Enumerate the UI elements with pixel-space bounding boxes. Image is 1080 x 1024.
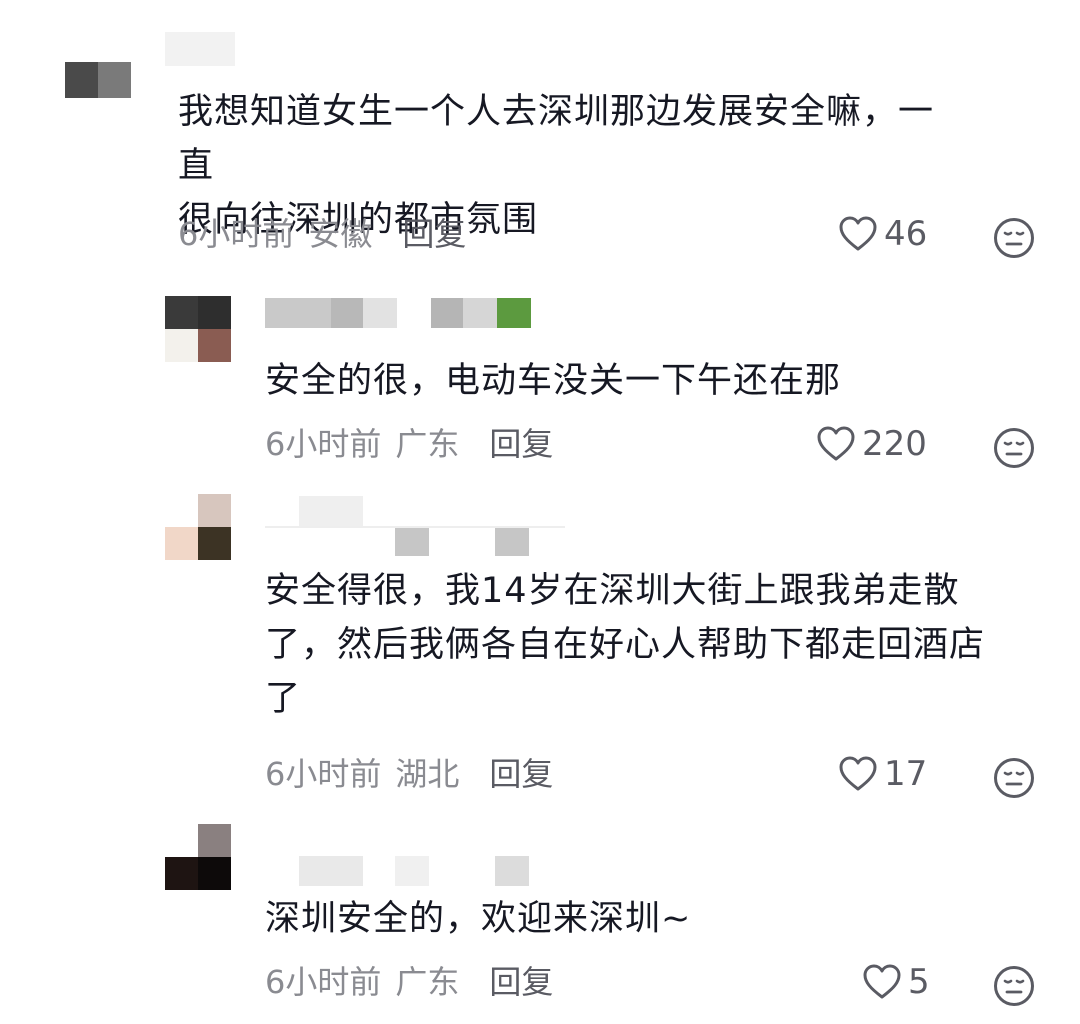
comment-meta: 6小时前 广东 回复 bbox=[265, 424, 553, 464]
username-blurred[interactable] bbox=[165, 32, 265, 66]
heart-outline-icon bbox=[839, 216, 877, 251]
reply-button[interactable]: 回复 bbox=[489, 425, 553, 463]
comment-time: 6小时前 bbox=[265, 425, 382, 463]
comment-meta: 6小时前 广东 回复 bbox=[265, 962, 553, 1002]
meh-face-icon[interactable] bbox=[992, 964, 1036, 1008]
comment-3: 安全得很，我14岁在深圳大街上跟我弟走散 了，然后我俩各自在好心人帮助下都走回酒… bbox=[0, 480, 1080, 810]
reply-button[interactable]: 回复 bbox=[489, 755, 553, 793]
like-button[interactable]: 5 bbox=[862, 962, 930, 1002]
comment-meta: 6小时前 湖北 回复 bbox=[265, 754, 553, 794]
comment-text: 深圳安全的，欢迎来深圳~ bbox=[265, 899, 692, 939]
comment-location: 广东 bbox=[395, 425, 460, 463]
like-count: 46 bbox=[884, 214, 928, 254]
comment-time: 6小时前 bbox=[265, 755, 382, 793]
avatar[interactable] bbox=[165, 824, 231, 890]
comment-1: 我想知道女生一个人去深圳那边发展安全嘛，一直 很向往深圳的都市氛围 6小时前 安徽… bbox=[0, 0, 1080, 270]
meh-face-icon[interactable] bbox=[992, 756, 1036, 800]
meh-face-icon[interactable] bbox=[992, 426, 1036, 470]
like-button[interactable]: 17 bbox=[838, 754, 927, 794]
comment-time: 6小时前 bbox=[178, 215, 295, 253]
comment-location: 湖北 bbox=[395, 755, 460, 793]
comment-location: 广东 bbox=[395, 963, 460, 1001]
comment-meta: 6小时前 安徽 回复 bbox=[178, 214, 466, 254]
comment-time: 6小时前 bbox=[265, 963, 382, 1001]
like-button[interactable]: 220 bbox=[816, 424, 927, 464]
heart-outline-icon bbox=[817, 426, 855, 461]
comment-4: 深圳安全的，欢迎来深圳~ 6小时前 广东 回复 5 bbox=[0, 810, 1080, 1024]
heart-outline-icon bbox=[863, 964, 901, 999]
reply-button[interactable]: 回复 bbox=[489, 963, 553, 1001]
like-count: 220 bbox=[862, 424, 927, 464]
like-button[interactable]: 46 bbox=[838, 214, 927, 254]
reply-button[interactable]: 回复 bbox=[402, 215, 466, 253]
like-count: 17 bbox=[884, 754, 928, 794]
meh-face-icon[interactable] bbox=[992, 216, 1036, 260]
avatar[interactable] bbox=[165, 494, 231, 560]
comment-text: 安全的很，电动车没关一下午还在那 bbox=[265, 361, 842, 401]
username-blurred[interactable] bbox=[265, 496, 565, 556]
heart-outline-icon bbox=[839, 756, 877, 791]
username-blurred[interactable] bbox=[265, 856, 565, 890]
comment-text: 安全得很，我14岁在深圳大街上跟我弟走散 了，然后我俩各自在好心人帮助下都走回酒… bbox=[265, 571, 986, 719]
username-blurred[interactable] bbox=[265, 298, 531, 332]
comment-2: 安全的很，电动车没关一下午还在那 6小时前 广东 回复 220 bbox=[0, 280, 1080, 480]
comment-location: 安徽 bbox=[308, 215, 373, 253]
avatar[interactable] bbox=[65, 62, 131, 98]
like-count: 5 bbox=[908, 962, 930, 1002]
avatar[interactable] bbox=[165, 296, 231, 362]
